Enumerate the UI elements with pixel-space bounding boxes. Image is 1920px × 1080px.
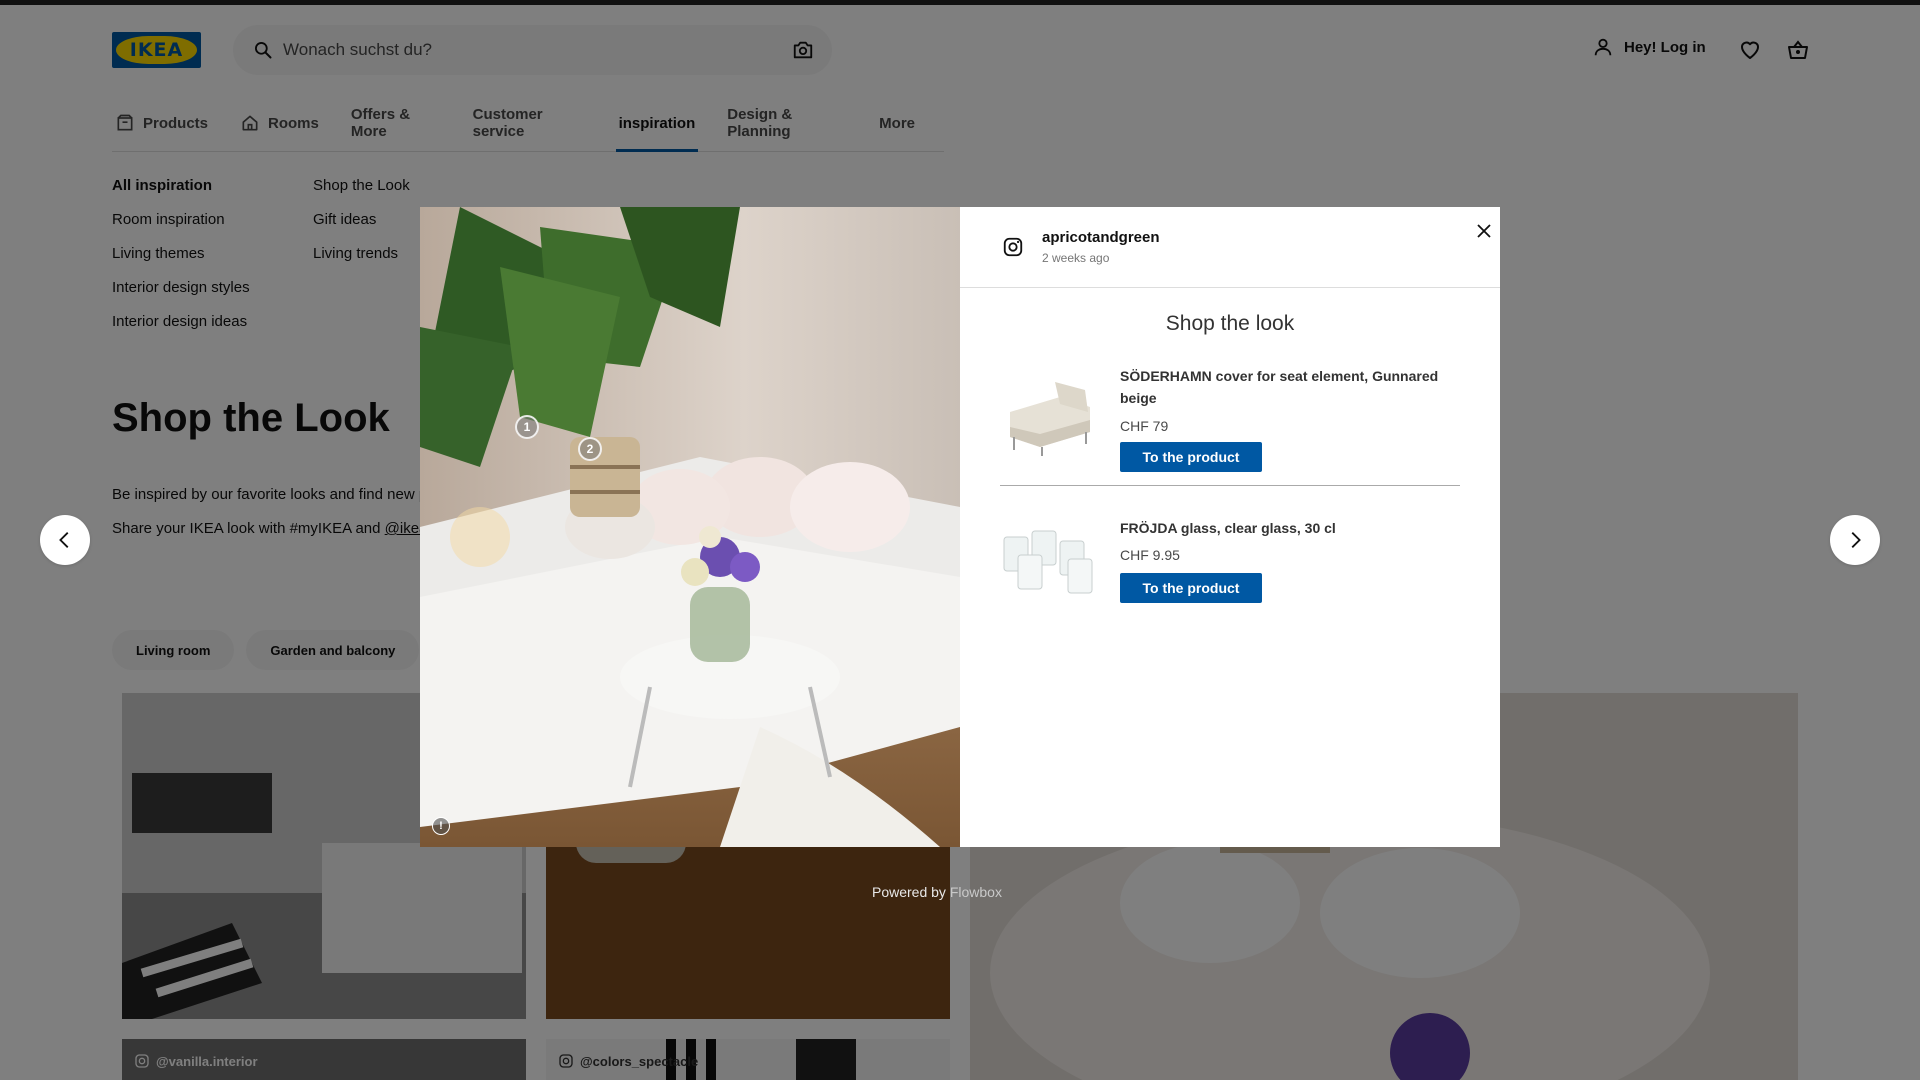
- product-divider: [1000, 485, 1460, 486]
- powered-by: Powered by Flowbox: [872, 884, 1002, 900]
- flowbox-link[interactable]: Flowbox: [950, 884, 1002, 900]
- product-item: FRÖJDA glass, clear glass, 30 cl CHF 9.9…: [1000, 517, 1460, 607]
- product-item: SÖDERHAMN cover for seat element, Gunnar…: [1000, 362, 1460, 472]
- hotspot-1[interactable]: 1: [515, 415, 539, 439]
- hotspot-2[interactable]: 2: [578, 437, 602, 461]
- product-name[interactable]: FRÖJDA glass, clear glass, 30 cl: [1120, 517, 1460, 539]
- product-name[interactable]: SÖDERHAMN cover for seat element, Gunnar…: [1120, 365, 1460, 409]
- product-panel: apricotandgreen 2 weeks ago Shop the loo…: [960, 207, 1500, 847]
- post-time: 2 weeks ago: [1042, 251, 1110, 265]
- to-product-button[interactable]: To the product: [1120, 573, 1262, 603]
- product-image-sofa[interactable]: [1000, 372, 1100, 458]
- chevron-right-icon: [1851, 532, 1861, 548]
- chevron-left-icon: [59, 532, 69, 548]
- post-photo: 1 2 !: [420, 207, 960, 847]
- instagram-icon: [1003, 237, 1023, 257]
- product-price: CHF 9.95: [1120, 547, 1180, 563]
- living-room-photo: [420, 207, 960, 847]
- close-button[interactable]: [1470, 217, 1498, 245]
- next-button[interactable]: [1830, 515, 1880, 565]
- shop-the-look-modal: 1 2 ! apricotandgreen 2 weeks ago Shop t…: [420, 207, 1500, 847]
- shop-the-look-heading: Shop the look: [1165, 312, 1295, 335]
- post-author[interactable]: apricotandgreen: [1042, 229, 1160, 246]
- to-product-button[interactable]: To the product: [1120, 442, 1262, 472]
- report-button[interactable]: !: [432, 817, 450, 835]
- post-header: apricotandgreen 2 weeks ago: [960, 207, 1500, 288]
- previous-button[interactable]: [40, 515, 90, 565]
- close-icon: [1477, 224, 1491, 238]
- product-image-glass[interactable]: [1000, 517, 1100, 603]
- product-price: CHF 79: [1120, 418, 1169, 434]
